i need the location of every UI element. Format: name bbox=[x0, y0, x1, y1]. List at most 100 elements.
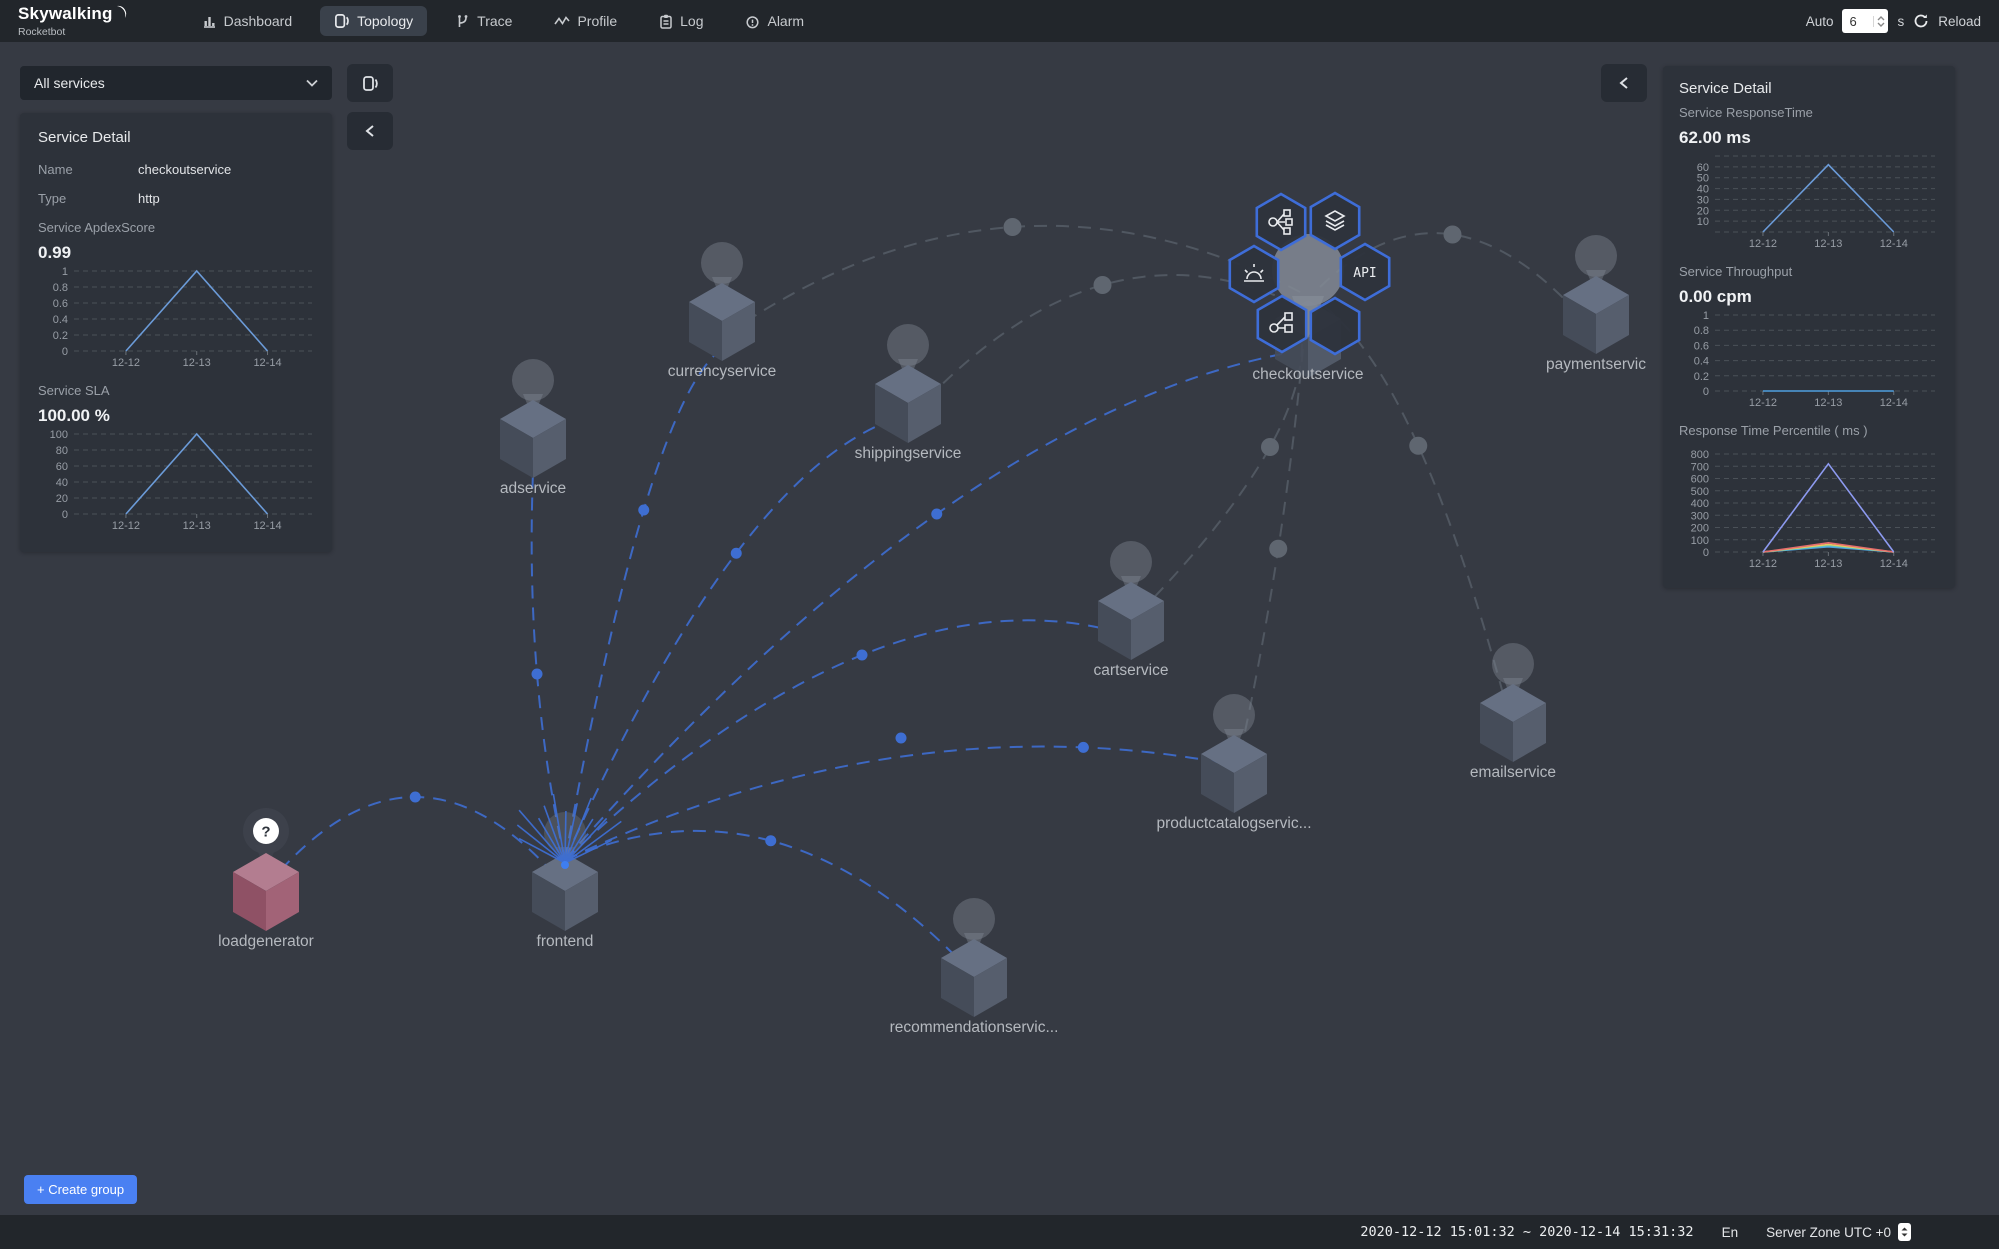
topology-edge bbox=[565, 352, 718, 860]
service-cube-icon bbox=[875, 365, 941, 443]
svg-text:12-12: 12-12 bbox=[1749, 397, 1777, 409]
panel-title: Service Detail bbox=[1679, 80, 1939, 97]
topology-node-loadgenerator[interactable]: ?loadgenerator bbox=[218, 808, 314, 950]
topology-node-productcatalogservice[interactable]: productcatalogservic... bbox=[1156, 694, 1311, 832]
percentile-chart: 800700600500400300200100012-1212-1312-14 bbox=[1679, 448, 1939, 570]
collapse-left-panel-button[interactable] bbox=[347, 112, 393, 150]
edge-traffic-dot bbox=[1094, 276, 1112, 294]
node-label: frontend bbox=[537, 933, 594, 950]
svg-text:0.4: 0.4 bbox=[53, 314, 68, 326]
svg-text:0: 0 bbox=[1703, 547, 1709, 559]
svg-text:12-13: 12-13 bbox=[1814, 558, 1842, 570]
server-zone-control[interactable]: Server Zone UTC +0 bbox=[1766, 1223, 1911, 1241]
reload-icon[interactable] bbox=[1913, 13, 1929, 29]
time-range-picker[interactable]: 2020-12-12 15:01:32 ~ 2020-12-14 15:31:3… bbox=[1360, 1224, 1693, 1240]
svg-text:12-12: 12-12 bbox=[1749, 558, 1777, 570]
svg-text:12-13: 12-13 bbox=[1814, 238, 1842, 250]
topology-edge bbox=[565, 747, 1228, 860]
service-cube-icon bbox=[1201, 735, 1267, 813]
topology-node-frontend[interactable]: frontend bbox=[517, 794, 621, 950]
nav-tab-trace[interactable]: Trace bbox=[441, 6, 526, 36]
topology-main-area: currencyservice shippingservice APIcheckou… bbox=[0, 42, 1999, 1215]
hex-menu-trace-icon[interactable] bbox=[1258, 296, 1306, 352]
dashboard-icon bbox=[202, 14, 217, 29]
edge-traffic-dot bbox=[857, 650, 868, 661]
profile-icon bbox=[554, 15, 570, 27]
chart-title: Service Throughput bbox=[1679, 264, 1939, 279]
svg-text:800: 800 bbox=[1691, 449, 1709, 461]
node-label: loadgenerator bbox=[218, 933, 314, 950]
hex-menu-api-icon[interactable]: API bbox=[1341, 244, 1389, 300]
collapse-right-panel-button[interactable] bbox=[1601, 64, 1647, 102]
edge-traffic-dot bbox=[532, 669, 543, 680]
chart-title: Service ResponseTime bbox=[1679, 105, 1939, 120]
nav-tab-profile[interactable]: Profile bbox=[540, 6, 631, 36]
reload-label[interactable]: Reload bbox=[1938, 14, 1981, 29]
svg-text:1: 1 bbox=[1703, 310, 1709, 322]
svg-text:200: 200 bbox=[1691, 523, 1709, 535]
nav-tab-topology[interactable]: Topology bbox=[320, 6, 427, 36]
brand-subtitle: Rocketbot bbox=[18, 27, 128, 38]
panel-title: Service Detail bbox=[38, 129, 314, 146]
chevron-left-icon bbox=[1619, 77, 1629, 89]
svg-text:12-12: 12-12 bbox=[112, 357, 140, 369]
topology-node-currencyservice[interactable]: currencyservice bbox=[668, 242, 777, 380]
svg-text:500: 500 bbox=[1691, 486, 1709, 498]
svg-text:100: 100 bbox=[1691, 535, 1709, 547]
auto-interval-input[interactable]: 6 bbox=[1842, 9, 1888, 33]
hex-menu-instance-icon[interactable] bbox=[1311, 193, 1359, 249]
brand-title: Skywalking bbox=[18, 5, 113, 22]
svg-text:0.6: 0.6 bbox=[1694, 340, 1709, 352]
response-time-chart: 60504030201012-1212-1312-14 bbox=[1679, 150, 1939, 250]
hex-menu-alarm-icon[interactable] bbox=[1230, 246, 1278, 302]
service-scope-dropdown[interactable]: All services bbox=[20, 66, 332, 100]
field-type: Type http bbox=[38, 191, 314, 206]
edge-traffic-dot bbox=[1269, 540, 1287, 558]
node-label: paymentservic bbox=[1546, 356, 1646, 373]
create-group-button[interactable]: + Create group bbox=[24, 1175, 137, 1204]
svg-text:100: 100 bbox=[50, 429, 68, 441]
svg-text:600: 600 bbox=[1691, 474, 1709, 486]
topology-node-adservice[interactable]: adservice bbox=[500, 359, 566, 497]
topology-edge bbox=[565, 417, 900, 860]
topology-node-emailservice[interactable]: emailservice bbox=[1470, 643, 1556, 781]
auto-interval-spinner[interactable] bbox=[1873, 16, 1885, 27]
nav-tab-log[interactable]: Log bbox=[645, 6, 717, 36]
service-cube-icon bbox=[1563, 276, 1629, 354]
apdex-chart: 10.80.60.40.2012-1212-1312-14 bbox=[38, 265, 314, 369]
throughput-chart: 10.80.60.40.2012-1212-1312-14 bbox=[1679, 309, 1939, 409]
brand-logo[interactable]: Skywalking Rocketbot bbox=[18, 5, 128, 38]
topology-node-cartservice[interactable]: cartservice bbox=[1094, 541, 1169, 679]
edge-traffic-dot bbox=[1261, 438, 1279, 456]
chart-current-value: 0.00 cpm bbox=[1679, 287, 1939, 307]
topology-mode-button[interactable] bbox=[347, 64, 393, 102]
auto-interval-value: 6 bbox=[1849, 14, 1873, 29]
hex-menu-empty[interactable] bbox=[1311, 298, 1359, 354]
svg-text:0: 0 bbox=[62, 346, 68, 358]
auto-label: Auto bbox=[1806, 14, 1834, 29]
edge-traffic-dot bbox=[1409, 437, 1427, 455]
right-service-detail-panel: Service Detail Service ResponseTime 62.0… bbox=[1663, 66, 1955, 588]
zone-stepper-icon[interactable] bbox=[1898, 1223, 1911, 1241]
svg-text:60: 60 bbox=[56, 461, 68, 473]
topology-node-paymentservice[interactable]: paymentservic bbox=[1546, 235, 1646, 373]
api-icon: API bbox=[1353, 266, 1376, 281]
nav-tab-dashboard[interactable]: Dashboard bbox=[188, 6, 307, 36]
trace-icon bbox=[455, 14, 470, 29]
chart-title: Service SLA bbox=[38, 383, 314, 398]
topology-edge bbox=[915, 275, 1295, 412]
edge-traffic-dot bbox=[410, 792, 421, 803]
hex-menu-endpoint-icon[interactable] bbox=[1257, 194, 1305, 250]
svg-text:0: 0 bbox=[1703, 386, 1709, 398]
footer-bar: 2020-12-12 15:01:32 ~ 2020-12-14 15:31:3… bbox=[0, 1215, 1999, 1249]
service-cube-icon bbox=[500, 400, 566, 478]
language-selector[interactable]: En bbox=[1722, 1225, 1739, 1240]
svg-text:0.8: 0.8 bbox=[1694, 325, 1709, 337]
topology-node-checkoutservice[interactable]: APIcheckoutservice bbox=[1230, 193, 1389, 383]
node-label: emailservice bbox=[1470, 764, 1556, 781]
topology-node-shippingservice[interactable]: shippingservice bbox=[855, 324, 962, 462]
svg-text:12-14: 12-14 bbox=[1880, 558, 1908, 570]
nav-tab-alarm[interactable]: Alarm bbox=[731, 6, 818, 36]
edge-traffic-dot bbox=[1078, 742, 1089, 753]
topology-edge bbox=[565, 831, 966, 967]
